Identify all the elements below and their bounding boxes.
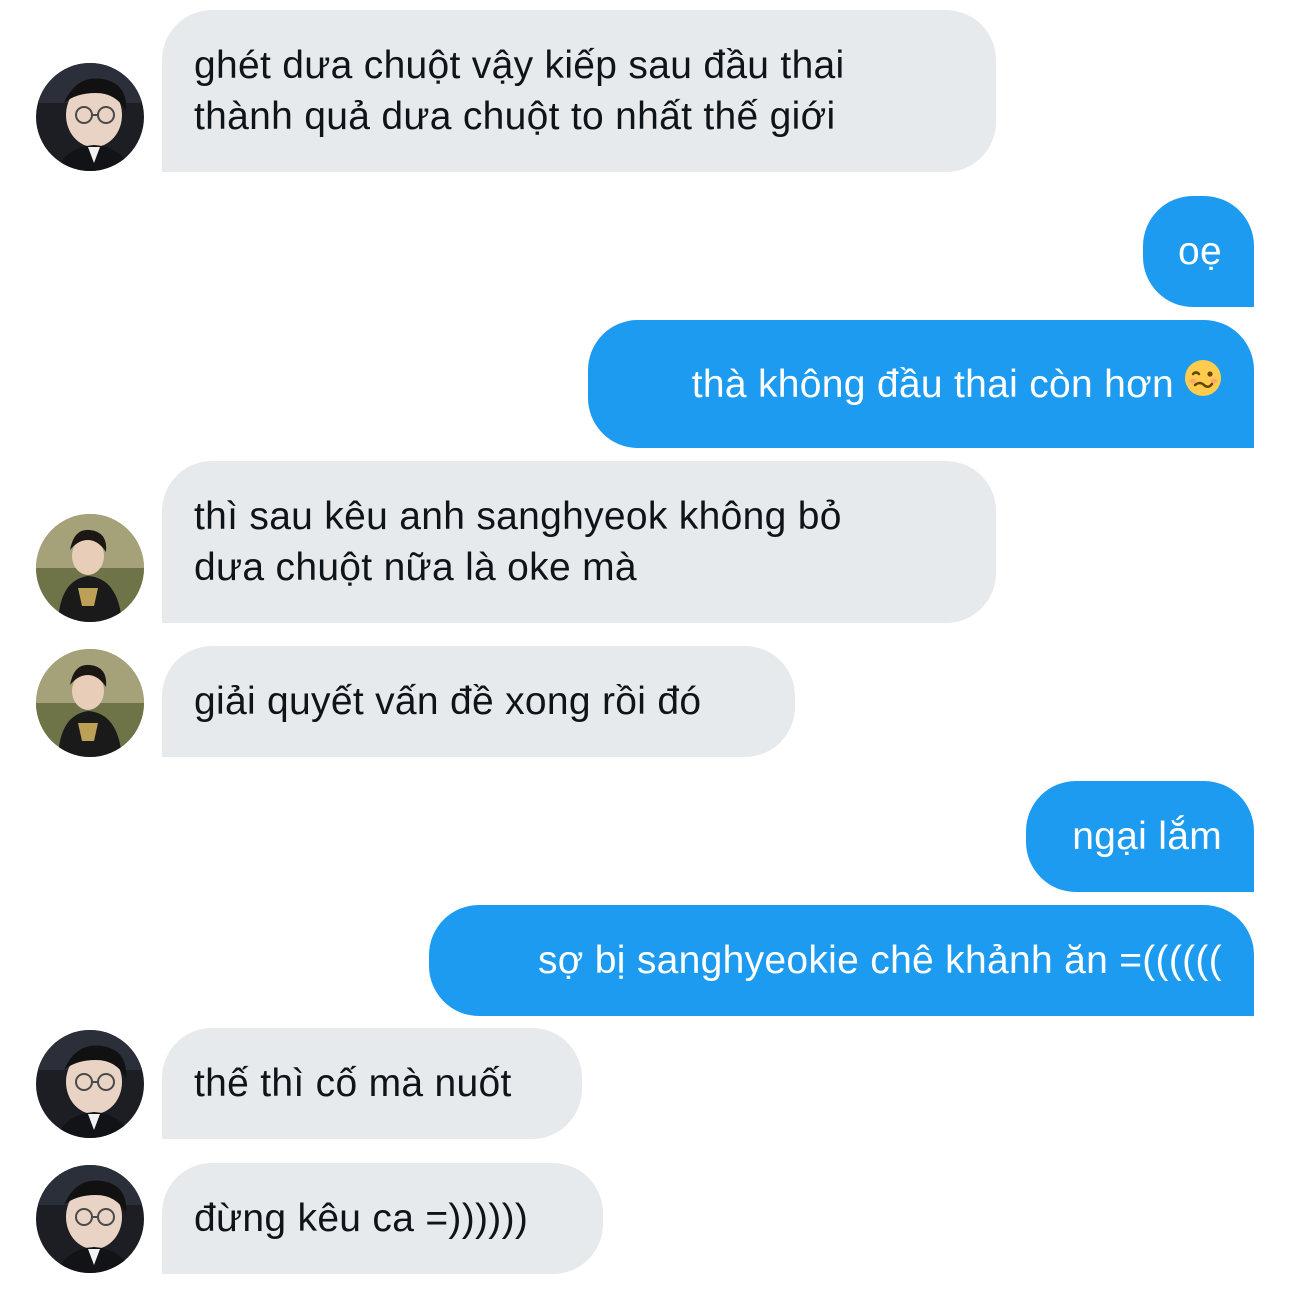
- message-bubble-incoming[interactable]: giải quyết vấn đề xong rồi đó: [162, 646, 795, 757]
- message-text: thành quả dưa chuột to nhất thế giới: [194, 95, 836, 138]
- avatar[interactable]: [36, 63, 144, 171]
- conversation-thread: ghét dưa chuột vậy kiếp sau đầu thai thà…: [0, 0, 1290, 1291]
- woozy-face-icon: [1184, 359, 1222, 410]
- message-bubble-incoming[interactable]: đừng kêu ca =)))))): [162, 1163, 603, 1274]
- message-text: oẹ: [1178, 230, 1222, 273]
- message-text: giải quyết vấn đề xong rồi đó: [194, 680, 702, 723]
- message-text: thế thì cố mà nuốt: [194, 1062, 512, 1105]
- message-bubble-incoming[interactable]: thì sau kêu anh sanghyeok không bỏ dưa c…: [162, 461, 996, 623]
- message-text: ghét dưa chuột vậy kiếp sau đầu thai: [194, 44, 845, 87]
- avatar[interactable]: [36, 1030, 144, 1138]
- message-bubble-outgoing[interactable]: oẹ: [1143, 196, 1254, 307]
- message-bubble-outgoing[interactable]: ngại lắm: [1026, 781, 1254, 892]
- avatar[interactable]: [36, 649, 144, 757]
- message-text: sợ bị sanghyeokie chê khảnh ăn =((((((: [537, 939, 1222, 982]
- message-bubble-incoming[interactable]: ghét dưa chuột vậy kiếp sau đầu thai thà…: [162, 10, 996, 172]
- message-text: thà không đầu thai còn hơn: [691, 362, 1174, 406]
- message-text: ngại lắm: [1072, 815, 1222, 858]
- avatar[interactable]: [36, 1165, 144, 1273]
- message-bubble-outgoing[interactable]: thà không đầu thai còn hơn: [588, 320, 1254, 448]
- message-bubble-outgoing[interactable]: sợ bị sanghyeokie chê khảnh ăn =((((((: [429, 905, 1254, 1016]
- message-text: đừng kêu ca =)))))): [194, 1197, 529, 1240]
- message-text: dưa chuột nữa là oke mà: [194, 546, 637, 589]
- message-bubble-incoming[interactable]: thế thì cố mà nuốt: [162, 1028, 582, 1139]
- message-text: thì sau kêu anh sanghyeok không bỏ: [194, 495, 842, 538]
- avatar[interactable]: [36, 514, 144, 622]
